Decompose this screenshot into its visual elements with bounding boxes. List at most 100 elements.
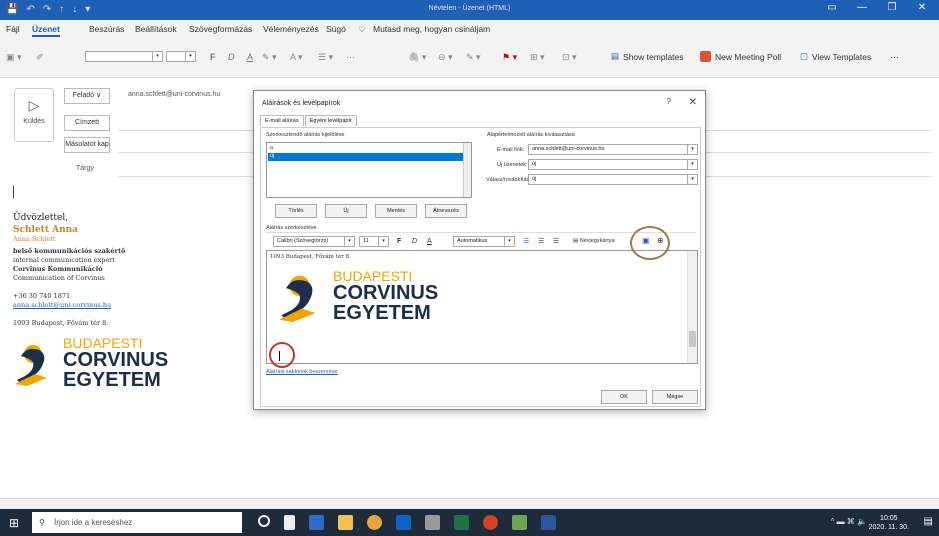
size-select[interactable]: 11 ▾ xyxy=(359,236,389,247)
menu-options[interactable]: Beállítások xyxy=(135,24,177,34)
outlook-icon[interactable] xyxy=(396,515,411,530)
view-templates-button[interactable]: ▢ View Templates xyxy=(800,51,871,62)
sig-email[interactable]: anna.schlett@uni-corvinus.hu xyxy=(13,301,253,310)
bold-button[interactable]: F xyxy=(397,238,401,245)
business-card-button[interactable]: ▤ Névjegykártya xyxy=(573,238,615,244)
underline-button[interactable]: A xyxy=(427,238,432,245)
menu-file[interactable]: Fájl xyxy=(6,24,20,34)
tell-me-icon: ♡ xyxy=(358,24,366,34)
horizontal-scrollbar[interactable] xyxy=(0,498,939,509)
new-meeting-poll-button[interactable]: New Meeting Poll xyxy=(700,51,781,62)
tell-me-search[interactable]: Mutasd meg, hogyan csináljam xyxy=(373,24,490,34)
reply-forward-select[interactable]: új ▾ xyxy=(528,174,698,185)
edit-signature-label: Aláírás szerkesztése xyxy=(266,225,317,231)
restore-button[interactable]: ❐ xyxy=(879,2,905,13)
task-view-icon[interactable] xyxy=(284,515,295,530)
raven-logo-icon xyxy=(279,275,316,322)
italic-button[interactable]: D xyxy=(228,52,235,62)
paste-icon[interactable]: ▣ ▾ xyxy=(6,52,22,63)
notification-icon[interactable]: ▤ xyxy=(924,516,933,527)
taskbar-search[interactable]: ⚲ Írjon ide a kereséshez xyxy=(32,512,242,533)
view-templates-label: View Templates xyxy=(812,51,872,62)
app-icon[interactable] xyxy=(512,515,527,530)
font-color-icon[interactable]: A ▾ xyxy=(290,52,303,63)
ok-button[interactable]: OK xyxy=(601,390,647,404)
tags-icon[interactable]: ⊞ ▾ xyxy=(530,52,545,63)
business-card-label: Névjegykártya xyxy=(579,238,615,244)
flag-icon[interactable]: ⚑ ▾ xyxy=(502,52,517,63)
italic-button[interactable]: D xyxy=(412,238,417,245)
signature-list-item[interactable]: a xyxy=(270,145,273,151)
align-center-icon[interactable]: ☰ xyxy=(538,237,544,245)
tab-personal-stationery[interactable]: Egyéni levélpapír xyxy=(304,115,357,126)
news-app-icon[interactable] xyxy=(309,515,324,530)
chrome-icon[interactable] xyxy=(367,515,382,530)
dialog-title: Aláírások és levélpapírok xyxy=(262,100,341,107)
font-select[interactable]: Calibri (Szövegtörzs) ▾ xyxy=(273,236,355,247)
tab-email-signature[interactable]: E-mail aláírás xyxy=(260,115,304,126)
delete-button[interactable]: Törlés xyxy=(275,204,317,218)
send-icon: ▷ xyxy=(28,97,40,113)
save-button[interactable]: Mentés xyxy=(375,204,417,218)
dialog-close-button[interactable]: ✕ xyxy=(689,97,697,108)
link-icon[interactable]: ⊖ ▾ xyxy=(438,52,453,63)
size-value: 11 xyxy=(363,238,369,244)
cc-button[interactable]: Másolatot kap xyxy=(64,137,110,153)
list-scrollbar[interactable] xyxy=(463,143,471,197)
send-button[interactable]: ▷ Küldés xyxy=(14,88,54,142)
file-explorer-icon[interactable] xyxy=(338,515,353,530)
email-account-select[interactable]: anna.schlett@uni-corvinus.hu ▾ xyxy=(528,144,698,155)
system-tray[interactable]: ^ ▬ ⌘ 🔈 xyxy=(831,517,867,526)
menu-message[interactable]: Üzenet xyxy=(32,24,60,37)
menu-insert[interactable]: Beszúrás xyxy=(89,24,124,34)
format-painter-icon[interactable]: ✐ xyxy=(36,52,44,63)
snipping-tool-icon[interactable] xyxy=(425,515,440,530)
more-options-button[interactable]: ··· xyxy=(890,52,899,62)
bold-button[interactable]: F xyxy=(210,52,216,62)
new-messages-select[interactable]: új ▾ xyxy=(528,159,698,170)
align-left-icon[interactable]: ☰ xyxy=(523,237,529,245)
signature-editor[interactable]: 1093 Budapest, Fővám tér 8. BUDAPESTI CO… xyxy=(266,250,698,364)
font-name-select[interactable]: ▾ xyxy=(85,51,163,62)
attach-icon[interactable]: 🖇 ▾ xyxy=(408,52,426,63)
highlight-icon[interactable]: ✎ ▾ xyxy=(262,52,277,63)
menu-review[interactable]: Véleményezés xyxy=(263,24,319,34)
color-select[interactable]: Automatikus ▾ xyxy=(453,236,515,247)
dialog-help-button[interactable]: ? xyxy=(667,97,671,106)
cortana-icon[interactable] xyxy=(258,515,270,527)
underline-button[interactable]: A xyxy=(247,52,253,62)
more-format-icon[interactable]: ··· xyxy=(346,52,355,62)
signature-list-item-selected[interactable]: új xyxy=(268,153,470,161)
signature-icon[interactable]: ✎ ▾ xyxy=(466,52,481,63)
rename-button[interactable]: Átnevezés xyxy=(425,204,467,218)
editor-scroll-thumb[interactable] xyxy=(689,331,696,347)
powerpoint-icon[interactable] xyxy=(483,515,498,530)
show-templates-button[interactable]: ▤ Show templates xyxy=(611,51,684,62)
subject-label: Tárgy xyxy=(76,165,94,172)
chevron-down-icon: ▾ xyxy=(687,145,697,154)
excel-icon[interactable] xyxy=(454,515,469,530)
menu-format-text[interactable]: Szövegformázás xyxy=(189,24,252,34)
new-messages-value: új xyxy=(532,161,537,167)
dictate-icon[interactable]: ⊡ ▾ xyxy=(562,52,577,63)
minimize-button[interactable]: — xyxy=(849,2,875,13)
ribbon-display-button[interactable]: ▭ xyxy=(819,2,845,13)
new-messages-label: Új üzenetek: xyxy=(497,162,528,168)
templates-link[interactable]: Aláírási sablonok beszerzése xyxy=(266,369,338,375)
new-button[interactable]: Új xyxy=(325,204,367,218)
word-icon[interactable] xyxy=(541,515,556,530)
close-button[interactable]: ✕ xyxy=(909,2,935,13)
cancel-button[interactable]: Mégse xyxy=(652,390,698,404)
clock[interactable]: 10:05 2020. 11. 30. xyxy=(869,514,909,532)
to-button[interactable]: Címzett xyxy=(64,115,110,131)
windows-start-icon[interactable]: ⊞ xyxy=(9,516,19,530)
color-value: Automatikus xyxy=(457,238,488,244)
menu-help[interactable]: Súgó xyxy=(326,24,346,34)
from-button[interactable]: Feladó ∨ xyxy=(64,88,110,104)
align-right-icon[interactable]: ☰ xyxy=(553,237,559,245)
editor-scrollbar[interactable] xyxy=(687,251,697,363)
bullets-icon[interactable]: ☰ ▾ xyxy=(318,52,333,63)
sig-phone: +36 30 740 1871 xyxy=(13,292,71,300)
font-size-select[interactable]: ▾ xyxy=(166,51,196,62)
signature-list[interactable]: a új xyxy=(266,142,472,198)
